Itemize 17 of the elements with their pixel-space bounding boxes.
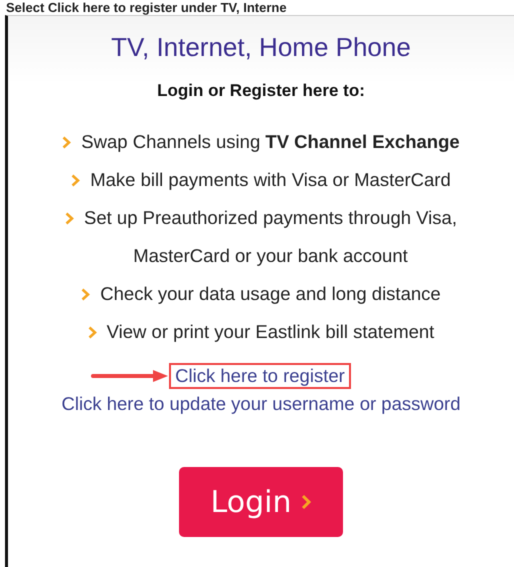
feature-text: View or print your Eastlink bill statement	[106, 320, 434, 344]
feature-text: Swap Channels using TV Channel Exchange	[81, 130, 460, 154]
card-title: TV, Internet, Home Phone	[111, 32, 411, 63]
chevron-icon	[301, 494, 312, 510]
update-account-link[interactable]: Click here to update your username or password	[62, 393, 460, 415]
chevron-icon	[62, 136, 72, 149]
chevron-icon	[71, 174, 80, 187]
chevron-icon	[65, 212, 74, 225]
chevron-icon	[81, 288, 90, 301]
login-button[interactable]: Login	[179, 467, 343, 537]
chevron-icon	[88, 326, 97, 339]
subtitle: Login or Register here to:	[157, 81, 365, 101]
feature-text: Make bill payments with Visa or MasterCard	[90, 168, 451, 192]
register-link[interactable]: Click here to register	[175, 365, 345, 386]
feature-text: Check your data usage and long distance	[100, 282, 441, 306]
caption-text: Select Click here to register under TV, Interne	[5, 0, 288, 15]
feature-text: Set up Preauthorized payments through Visa, MasterCard or your bank account	[84, 206, 457, 268]
